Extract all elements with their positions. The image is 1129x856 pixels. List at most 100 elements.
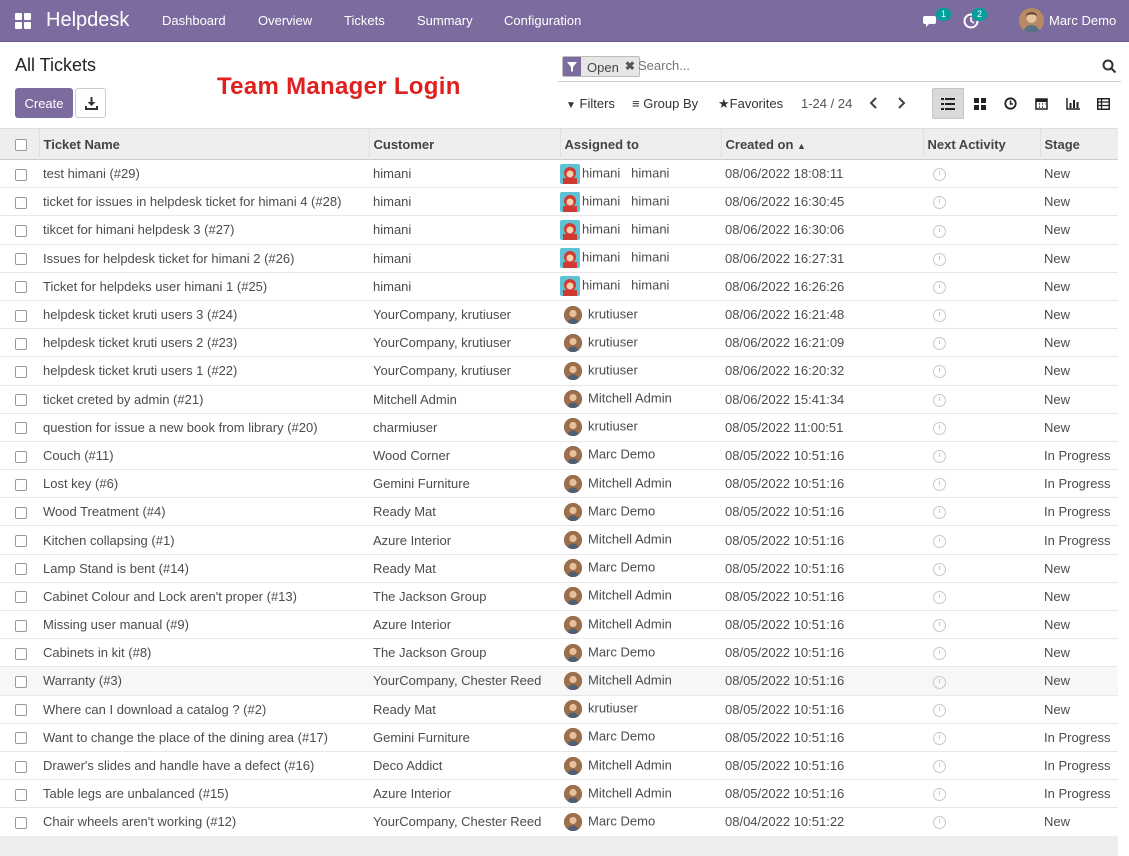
row-checkbox-cell[interactable] — [0, 244, 39, 272]
pivot-view-button[interactable] — [1088, 88, 1119, 119]
create-button[interactable]: Create — [15, 88, 73, 118]
row-checkbox-cell[interactable] — [0, 470, 39, 498]
col-customer[interactable]: Customer — [369, 128, 561, 160]
menu-tickets[interactable]: Tickets — [344, 13, 385, 28]
table-row[interactable]: tikcet for himani helpdesk 3 (#27) himani… — [0, 215, 1118, 245]
ticket-name[interactable]: Cabinet Colour and Lock aren't proper (#… — [39, 582, 369, 610]
row-checkbox[interactable] — [15, 253, 27, 266]
table-row[interactable]: Couch (#11) Wood Corner Marc Demo 08/05/202… — [0, 441, 1118, 470]
facet-remove-icon[interactable]: ✖ — [624, 57, 639, 76]
activity-clock-icon[interactable] — [933, 309, 946, 323]
activity-clock-icon[interactable] — [933, 760, 946, 774]
kanban-view-button[interactable] — [964, 88, 995, 119]
row-checkbox[interactable] — [15, 365, 27, 378]
row-checkbox[interactable] — [15, 225, 27, 238]
table-row[interactable]: Missing user manual (#9) Azure Interior Mi… — [0, 610, 1118, 639]
table-row[interactable]: Cabinet Colour and Lock aren't proper (#… — [0, 582, 1118, 611]
activity-clock-icon[interactable] — [933, 337, 946, 351]
row-checkbox-cell[interactable] — [0, 808, 39, 836]
activity-clock-icon[interactable] — [933, 421, 946, 435]
activity-clock-icon[interactable] — [933, 619, 946, 633]
col-created-on[interactable]: Created on ▲ — [721, 128, 924, 160]
row-checkbox[interactable] — [15, 563, 27, 576]
menu-overview[interactable]: Overview — [258, 13, 312, 28]
row-checkbox[interactable] — [15, 535, 27, 548]
row-checkbox-cell[interactable] — [0, 667, 39, 695]
next-activity[interactable] — [923, 357, 1040, 385]
row-checkbox[interactable] — [15, 394, 27, 407]
row-checkbox[interactable] — [15, 506, 27, 519]
row-checkbox[interactable] — [15, 816, 27, 829]
select-all-checkbox-cell[interactable] — [0, 128, 40, 160]
table-row[interactable]: Cabinets in kit (#8) The Jackson Group Mar… — [0, 639, 1118, 667]
activity-clock-icon[interactable] — [933, 731, 946, 745]
activity-clock-icon[interactable] — [933, 168, 946, 182]
ticket-name[interactable]: helpdesk ticket kruti users 1 (#22) — [39, 357, 369, 385]
table-row[interactable]: Lamp Stand is bent (#14) Ready Mat Marc De… — [0, 554, 1118, 583]
table-row[interactable]: Table legs are unbalanced (#15) Azure Int… — [0, 779, 1118, 808]
next-activity[interactable] — [923, 385, 1040, 413]
row-checkbox-cell[interactable] — [0, 582, 39, 610]
activity-clock-icon[interactable] — [933, 393, 946, 407]
row-checkbox[interactable] — [15, 704, 27, 717]
row-checkbox[interactable] — [15, 168, 27, 181]
table-row[interactable]: Warranty (#3) YourCompany, Chester Reed Mi… — [0, 666, 1118, 696]
table-row[interactable]: Where can I download a catalog ? (#2) Rea… — [0, 695, 1118, 724]
next-activity[interactable] — [923, 582, 1040, 610]
pager-previous-icon[interactable] — [869, 96, 879, 110]
graph-view-button[interactable] — [1057, 88, 1088, 119]
next-activity[interactable] — [923, 498, 1040, 526]
activity-clock-icon[interactable] — [933, 647, 946, 661]
next-activity[interactable] — [923, 470, 1040, 498]
table-row[interactable]: Ticket for helpdeks user himani 1 (#25) h… — [0, 272, 1118, 301]
search-facet-open[interactable]: Open ✖ — [562, 56, 640, 77]
row-checkbox[interactable] — [15, 676, 27, 689]
table-row[interactable]: helpdesk ticket kruti users 3 (#24) YourC… — [0, 300, 1118, 329]
activity-clock-icon[interactable] — [933, 478, 946, 492]
table-row[interactable]: helpdesk ticket kruti users 2 (#23) YourC… — [0, 328, 1118, 357]
ticket-name[interactable]: Cabinets in kit (#8) — [39, 639, 369, 667]
ticket-name[interactable]: Chair wheels aren't working (#12) — [39, 808, 369, 836]
next-activity[interactable] — [923, 216, 1040, 244]
next-activity[interactable] — [923, 780, 1040, 808]
table-row[interactable]: Wood Treatment (#4) Ready Mat Marc Demo 08/… — [0, 497, 1118, 526]
next-activity[interactable] — [923, 751, 1040, 779]
row-checkbox-cell[interactable] — [0, 385, 39, 413]
pager-next-icon[interactable] — [896, 96, 906, 110]
activity-clock-icon[interactable] — [933, 788, 946, 802]
activity-clock-icon[interactable] — [933, 675, 946, 689]
menu-configuration[interactable]: Configuration — [504, 13, 581, 28]
row-checkbox[interactable] — [15, 647, 27, 660]
next-activity[interactable] — [923, 300, 1040, 328]
row-checkbox[interactable] — [15, 478, 27, 491]
ticket-name[interactable]: ticket for issues in helpdesk ticket for… — [39, 188, 369, 216]
filters-button[interactable]: ▼ Filters — [566, 96, 615, 111]
ticket-name[interactable]: Where can I download a catalog ? (#2) — [39, 695, 369, 723]
row-checkbox-cell[interactable] — [0, 751, 39, 779]
row-checkbox-cell[interactable] — [0, 554, 39, 582]
table-row[interactable]: Lost key (#6) Gemini Furniture Mitchell Ad… — [0, 470, 1118, 498]
ticket-name[interactable]: Issues for helpdesk ticket for himani 2 … — [39, 244, 369, 272]
activity-clock-icon[interactable] — [933, 816, 946, 830]
row-checkbox[interactable] — [15, 591, 27, 604]
next-activity[interactable] — [923, 441, 1040, 469]
ticket-name[interactable]: question for issue a new book from libra… — [39, 413, 369, 441]
row-checkbox[interactable] — [15, 196, 27, 209]
row-checkbox[interactable] — [15, 450, 27, 463]
ticket-name[interactable]: Ticket for helpdeks user himani 1 (#25) — [39, 272, 369, 300]
row-checkbox-cell[interactable] — [0, 639, 39, 667]
activity-clock-icon[interactable] — [933, 252, 946, 266]
activity-clock-icon[interactable] — [933, 562, 946, 576]
next-activity[interactable] — [923, 526, 1040, 554]
ticket-name[interactable]: Kitchen collapsing (#1) — [39, 526, 369, 554]
table-row[interactable]: Issues for helpdesk ticket for himani 2 … — [0, 244, 1118, 273]
next-activity[interactable] — [923, 723, 1040, 751]
user-avatar[interactable] — [1019, 8, 1044, 33]
row-checkbox[interactable] — [15, 732, 27, 745]
next-activity[interactable] — [923, 272, 1040, 300]
ticket-name[interactable]: Table legs are unbalanced (#15) — [39, 780, 369, 808]
ticket-name[interactable]: tikcet for himani helpdesk 3 (#27) — [39, 216, 369, 244]
activity-clock-icon[interactable] — [933, 280, 946, 294]
next-activity[interactable] — [923, 160, 1040, 188]
row-checkbox[interactable] — [15, 281, 27, 294]
